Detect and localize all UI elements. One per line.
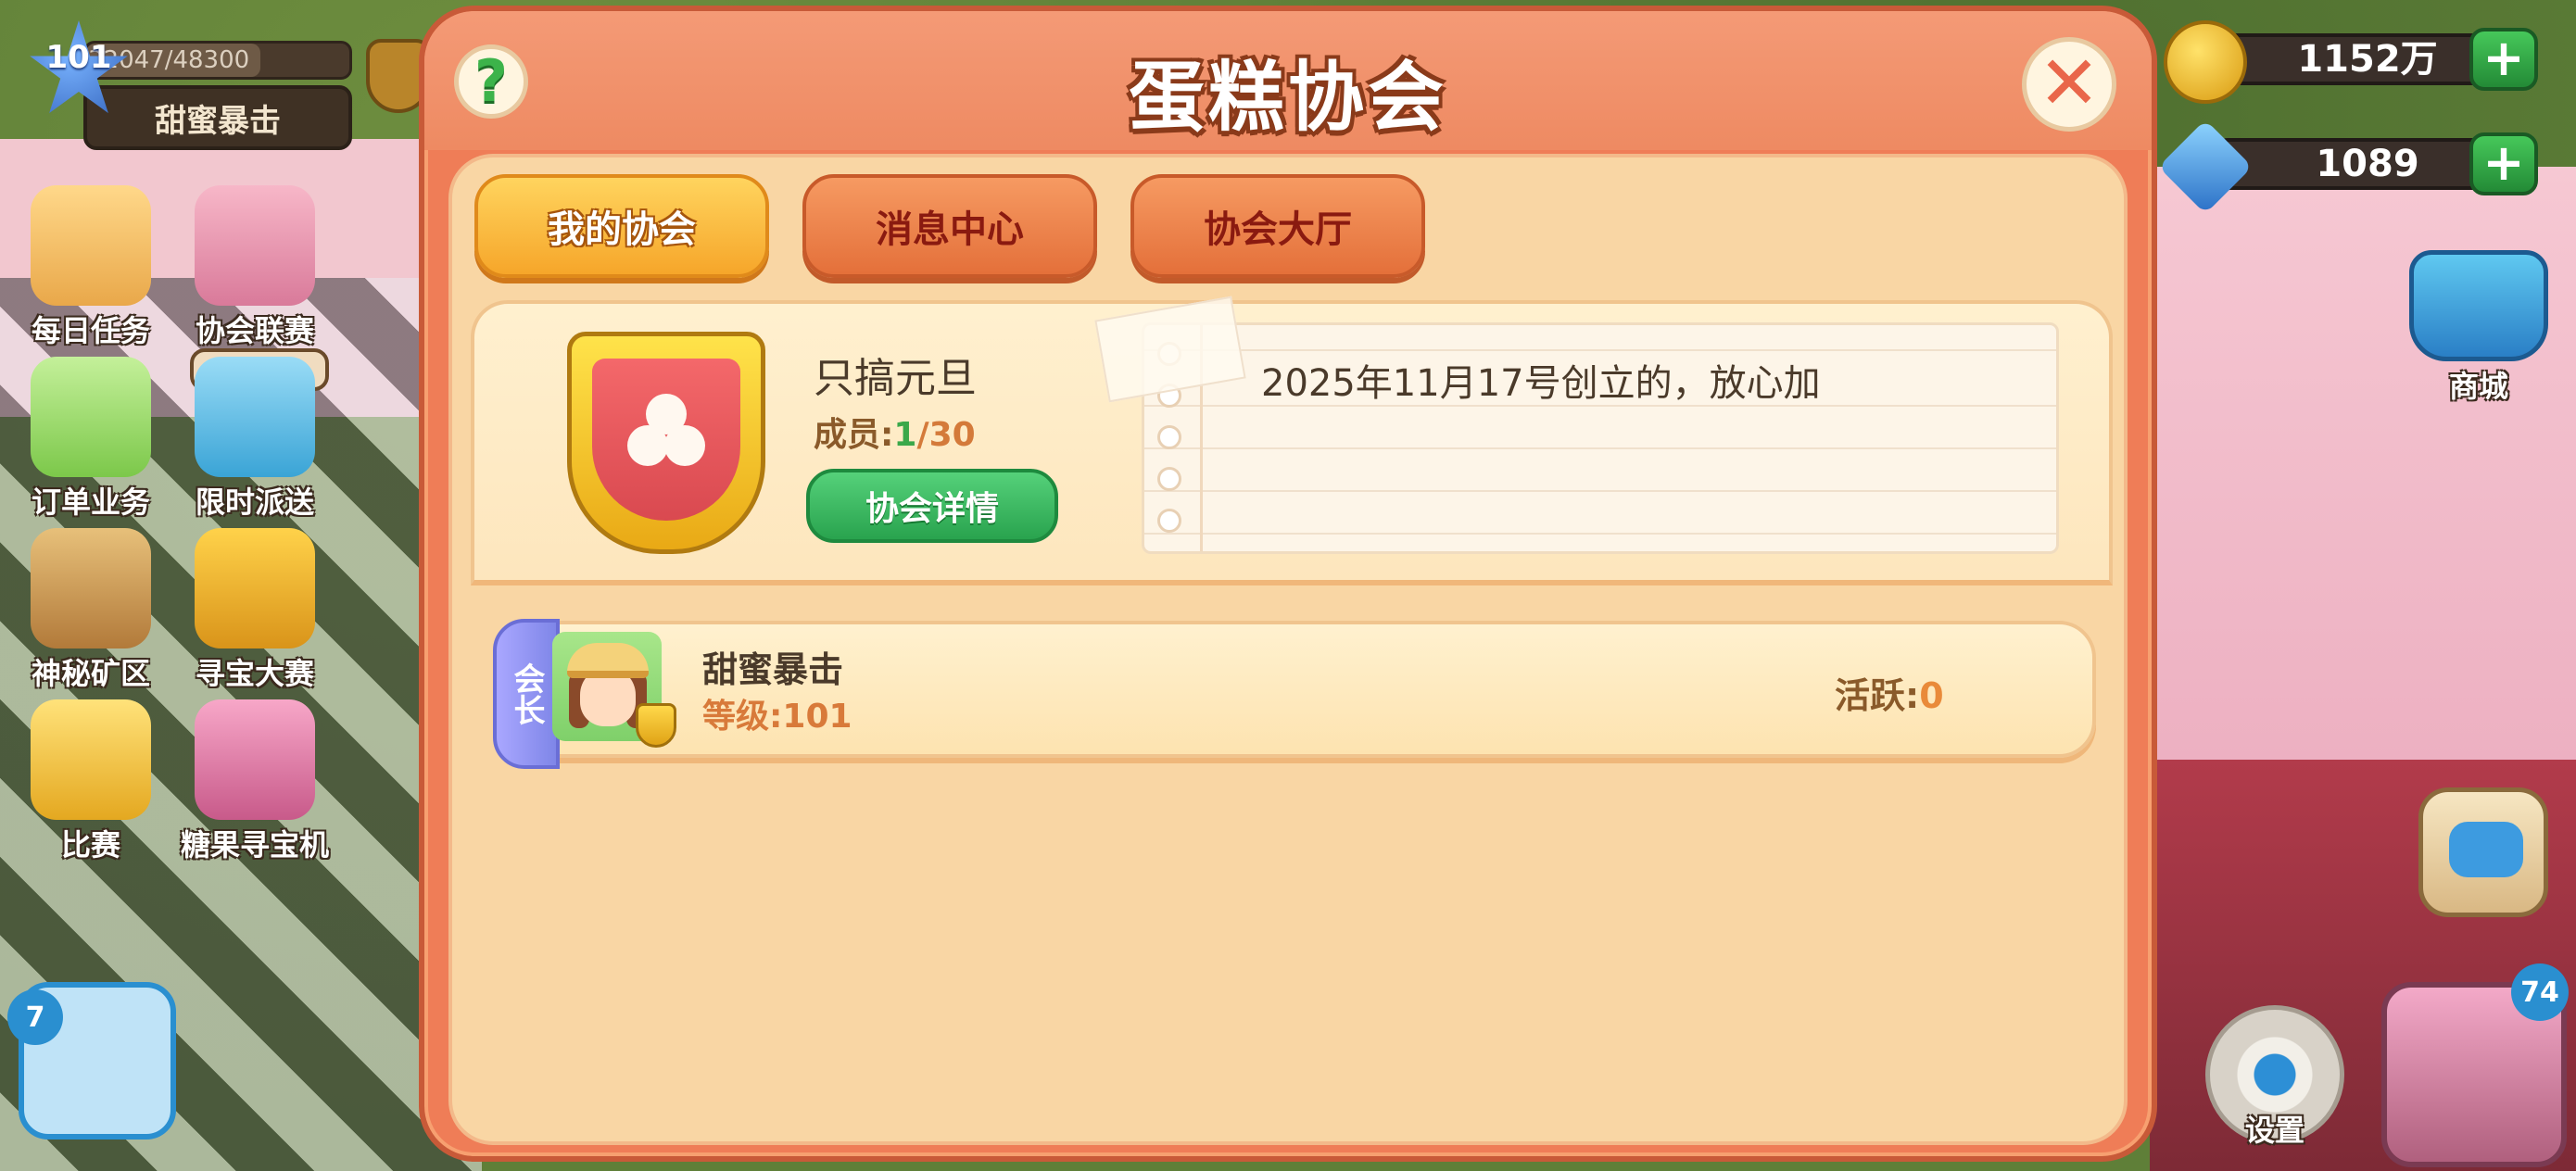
side-item-mine[interactable]: 神秘矿区 xyxy=(7,528,174,693)
member-row[interactable]: 会长 甜蜜暴击 等级:101 活跃:0 xyxy=(493,619,2096,769)
notice-hole xyxy=(1157,425,1181,449)
side-item-league[interactable]: 协会联赛 xyxy=(171,185,338,350)
side-item-label: 寻宝大赛 xyxy=(195,656,314,691)
coin-counter: 1152万 + xyxy=(2164,20,2544,104)
notice-hole xyxy=(1157,467,1181,491)
shop-button[interactable]: 商城 xyxy=(2400,250,2557,406)
avatar-hat xyxy=(567,643,649,678)
side-item-label: 每日任务 xyxy=(31,313,150,348)
tab-my-association[interactable]: 我的协会 xyxy=(474,174,769,278)
side-item-label: 协会联赛 xyxy=(195,313,314,348)
association-notice: 2025年11月17号创立的，放心加 xyxy=(1142,322,2059,554)
association-modal: 蛋糕协会 ? ✕ 我的协会 消息中心 协会大厅 只搞元旦 成员:1/30 协会详… xyxy=(419,6,2157,1162)
treasure-chest-icon xyxy=(195,528,315,648)
gem-counter: 1089 + xyxy=(2158,120,2544,214)
member-role-tag: 会长 xyxy=(493,619,560,769)
mine-cart-icon xyxy=(31,528,151,648)
settings-button[interactable]: 设置 xyxy=(2187,1005,2363,1150)
tab-message-center[interactable]: 消息中心 xyxy=(802,174,1097,278)
chat-bubble-icon xyxy=(2449,822,2523,877)
trophy-cup-icon xyxy=(31,699,151,820)
modal-title: 蛋糕协会 xyxy=(1128,54,1447,142)
calendar-icon xyxy=(31,185,151,306)
activity-value: 0 xyxy=(1919,675,1944,716)
side-item-label: 糖果寻宝机 xyxy=(180,827,329,863)
emblem-inner xyxy=(592,359,740,521)
activity-label: 活跃: xyxy=(1835,675,1920,716)
store-badge: 74 xyxy=(2511,963,2569,1021)
close-button[interactable]: ✕ xyxy=(2022,37,2116,132)
cake-trophy-icon xyxy=(195,185,315,306)
member-rank-badge-icon xyxy=(636,703,676,748)
association-emblem-icon xyxy=(567,332,765,554)
side-item-treasure-hunt[interactable]: 寻宝大赛 xyxy=(171,528,338,693)
player-level: 101 xyxy=(45,39,112,76)
members-label: 成员: xyxy=(814,416,894,454)
player-name[interactable]: 甜蜜暴击 xyxy=(83,85,352,150)
side-item-competition[interactable]: 比赛 xyxy=(7,699,174,864)
coin-icon xyxy=(2164,20,2247,104)
association-details-button[interactable]: 协会详情 xyxy=(806,469,1058,543)
notice-hole xyxy=(1157,509,1181,533)
member-activity: 活跃:0 xyxy=(1835,667,1944,718)
help-button[interactable]: ? xyxy=(454,44,528,119)
order-notes-icon xyxy=(31,357,151,477)
settings-label: 设置 xyxy=(2244,1113,2305,1148)
add-gems-button[interactable]: + xyxy=(2469,132,2538,195)
side-item-label: 神秘矿区 xyxy=(31,656,150,691)
chat-button[interactable] xyxy=(2418,787,2548,917)
modal-panel: 我的协会 消息中心 协会大厅 只搞元旦 成员:1/30 协会详情 2025年11… xyxy=(448,154,2128,1145)
members-current: 1 xyxy=(893,416,917,454)
delivery-truck-icon xyxy=(195,357,315,477)
notice-text: 2025年11月17号创立的，放心加 xyxy=(1261,362,1821,405)
shop-label: 商城 xyxy=(2448,369,2508,404)
side-item-delivery[interactable]: 限时派送 xyxy=(171,357,338,522)
tab-association-hall[interactable]: 协会大厅 xyxy=(1130,174,1425,278)
player-hud[interactable]: 32047/48300 101 甜蜜暴击 xyxy=(28,20,352,155)
side-item-label: 限时派送 xyxy=(195,485,314,520)
add-coins-button[interactable]: + xyxy=(2469,28,2538,91)
side-item-candy-machine[interactable]: 糖果寻宝机 xyxy=(171,699,338,864)
calendar-badge: 7 xyxy=(7,989,63,1045)
member-name: 甜蜜暴击 xyxy=(702,649,844,690)
association-members: 成员:1/30 xyxy=(814,408,976,456)
candy-machine-icon xyxy=(195,699,315,820)
side-item-daily-tasks[interactable]: 每日任务 xyxy=(7,185,174,350)
clover-icon xyxy=(627,394,705,472)
side-item-orders[interactable]: 订单业务 xyxy=(7,357,174,522)
association-card: 只搞元旦 成员:1/30 协会详情 2025年11月17号创立的，放心加 xyxy=(471,296,2113,586)
members-max: /30 xyxy=(916,416,976,454)
association-name: 只搞元旦 xyxy=(814,355,977,402)
side-item-label: 订单业务 xyxy=(31,485,150,520)
shopping-cart-icon xyxy=(2409,250,2548,361)
side-item-label: 比赛 xyxy=(60,827,120,863)
member-level: 等级:101 xyxy=(702,698,852,736)
